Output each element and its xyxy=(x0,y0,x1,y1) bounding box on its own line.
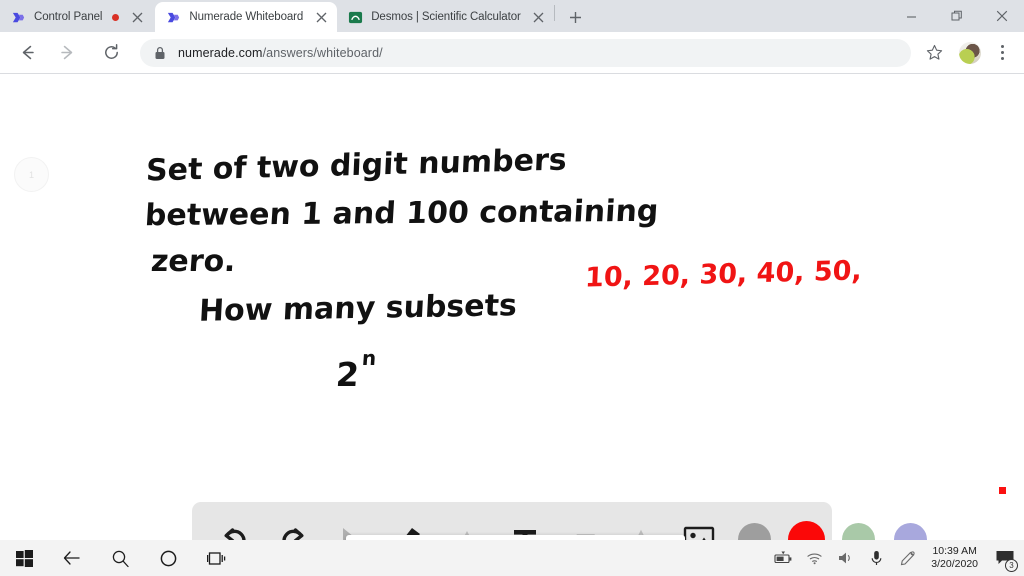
handwritten-note: 10, 20, 30, 40, 50, xyxy=(584,255,863,294)
reload-icon xyxy=(104,43,118,59)
task-view-icon xyxy=(206,551,225,565)
pen-cursor-dot xyxy=(999,487,1006,494)
tab-recording-indicator xyxy=(112,13,120,21)
notification-center-button[interactable]: 3 xyxy=(986,540,1024,576)
windows-logo-icon xyxy=(15,549,33,567)
close-icon xyxy=(996,10,1007,22)
window-close-button[interactable] xyxy=(979,0,1024,32)
battery-icon xyxy=(774,551,792,564)
search-icon xyxy=(112,550,129,567)
close-icon xyxy=(316,12,327,22)
taskbar-clock[interactable]: 10:39 AM 3/20/2020 xyxy=(923,545,986,571)
reload-button[interactable] xyxy=(96,38,126,68)
address-bar-url: numerade.com/answers/whiteboard/ xyxy=(178,46,383,60)
desmos-logo-icon xyxy=(349,11,363,23)
close-icon xyxy=(533,12,544,22)
clock-date: 3/20/2020 xyxy=(931,558,978,570)
pen-settings-button[interactable] xyxy=(892,540,923,576)
circle-icon xyxy=(160,550,176,566)
wifi-icon xyxy=(807,553,822,565)
clock-time: 10:39 AM xyxy=(932,545,977,557)
tab-close-button[interactable] xyxy=(127,7,147,27)
window-controls xyxy=(889,0,1024,32)
back-button[interactable] xyxy=(12,38,42,68)
tab-title: Desmos | Scientific Calculator xyxy=(371,11,521,23)
handwritten-note: Set of two digit numbers xyxy=(145,142,568,189)
address-bar[interactable]: numerade.com/answers/whiteboard/ xyxy=(140,38,911,67)
handwritten-note: n xyxy=(361,346,378,370)
profile-avatar[interactable] xyxy=(959,41,981,64)
numerade-logo-icon xyxy=(168,12,180,22)
browser-menu-button[interactable] xyxy=(987,37,1017,69)
forward-button[interactable] xyxy=(52,38,82,68)
pen-icon xyxy=(901,550,915,565)
star-icon xyxy=(926,44,942,60)
microphone-button[interactable] xyxy=(861,540,892,576)
plus-icon xyxy=(570,11,582,23)
back-arrow-icon xyxy=(63,551,80,565)
taskbar-task-view-button[interactable] xyxy=(192,540,240,576)
tab-separator xyxy=(553,4,555,21)
tab-close-button[interactable] xyxy=(311,7,331,27)
window-minimize-button[interactable] xyxy=(889,0,934,32)
minimize-icon xyxy=(907,15,916,18)
handwritten-note: zero. xyxy=(149,244,237,279)
battery-status-button[interactable] xyxy=(768,540,799,576)
url-host: numerade.com xyxy=(178,45,263,60)
volume-button[interactable] xyxy=(830,540,861,576)
tab-title: Control Panel xyxy=(34,11,103,23)
network-status-button[interactable] xyxy=(799,540,830,576)
whiteboard-canvas[interactable]: 1 Set of two digit numbers between 1 and … xyxy=(0,74,1024,540)
notification-count-badge: 3 xyxy=(1005,559,1018,572)
tab-close-button[interactable] xyxy=(529,7,549,27)
tab-title: Numerade Whiteboard xyxy=(189,11,304,23)
browser-toolbar: numerade.com/answers/whiteboard/ xyxy=(0,32,1024,74)
browser-tab-numerade-whiteboard[interactable]: Numerade Whiteboard xyxy=(155,2,338,32)
numerade-logo-icon xyxy=(12,12,25,22)
volume-icon xyxy=(839,552,851,564)
page-number-badge: 1 xyxy=(15,158,48,191)
microphone-icon xyxy=(871,551,882,565)
close-icon xyxy=(132,12,143,22)
handwritten-note: How many subsets xyxy=(198,288,518,329)
window-maximize-button[interactable] xyxy=(934,0,979,32)
system-tray: 10:39 AM 3/20/2020 3 xyxy=(768,540,1024,576)
taskbar-back-button[interactable] xyxy=(48,540,96,576)
browser-tab-strip: Control Panel Numerade Whiteboard Desmos… xyxy=(0,0,1024,32)
handwritten-note: 2 xyxy=(334,355,361,394)
back-arrow-icon xyxy=(22,45,34,60)
taskbar-search-button[interactable] xyxy=(96,540,144,576)
forward-arrow-icon xyxy=(60,45,72,60)
taskbar-cortana-button[interactable] xyxy=(144,540,192,576)
browser-tab-control-panel[interactable]: Control Panel xyxy=(0,2,152,32)
three-dot-menu-icon xyxy=(1000,44,1004,62)
new-tab-button[interactable] xyxy=(562,3,590,31)
url-path: /answers/whiteboard/ xyxy=(262,45,383,60)
page-number-label: 1 xyxy=(28,169,34,180)
screen: Control Panel Numerade Whiteboard Desmos… xyxy=(0,0,1024,576)
bookmark-button[interactable] xyxy=(919,38,949,68)
lock-icon xyxy=(155,46,165,59)
handwritten-note: between 1 and 100 containing xyxy=(143,193,660,234)
browser-tab-desmos-scientific-calculator[interactable]: Desmos | Scientific Calculator xyxy=(337,2,553,32)
start-button[interactable] xyxy=(0,540,48,576)
restore-icon xyxy=(951,10,962,21)
